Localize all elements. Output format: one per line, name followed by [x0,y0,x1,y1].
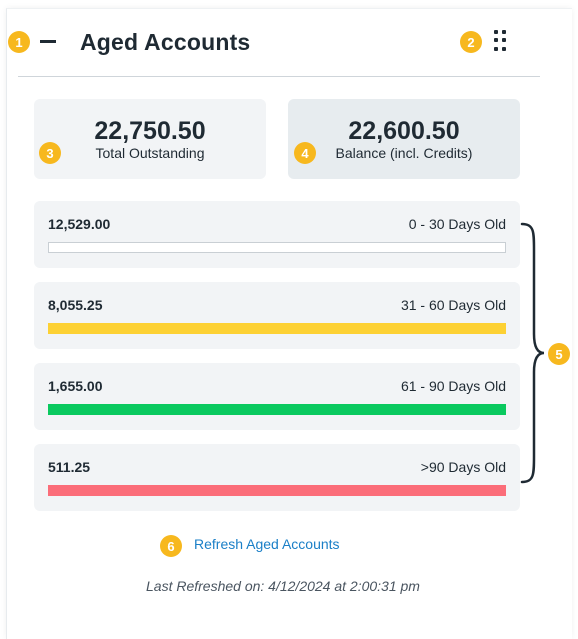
minus-icon[interactable] [40,40,56,43]
bucket-bar-fill [48,485,506,496]
drag-handle-icon[interactable] [494,30,506,52]
bucket-bar [48,242,506,253]
bucket-bar-fill [48,404,506,415]
total-outstanding-amount: 22,750.50 [94,117,206,145]
callout-6: 6 [160,535,182,557]
refresh-aged-accounts-link[interactable]: Refresh Aged Accounts [194,536,340,552]
total-outstanding-label: Total Outstanding [95,145,205,161]
bucket-amount: 511.25 [48,459,91,475]
balance-card: 22,600.50 Balance (incl. Credits) [288,99,520,179]
callout-1: 1 [8,31,30,53]
widget-title: Aged Accounts [80,29,251,55]
bucket-bar [48,485,506,496]
bucket-amount: 12,529.00 [48,216,111,232]
bucket-label: 61 - 90 Days Old [400,378,506,394]
header-divider [18,76,540,77]
bucket-bar [48,323,506,334]
callout-4: 4 [294,142,316,164]
bucket-amount: 8,055.25 [48,297,103,313]
bucket-bar-fill [48,323,506,334]
bucket-brace [520,222,545,484]
bucket-label: >90 Days Old [420,459,506,475]
widget-header: Aged Accounts [16,26,536,58]
callout-2: 2 [460,31,482,53]
balance-amount: 22,600.50 [348,117,460,145]
aging-bucket-over-90: 511.25 >90 Days Old [34,444,520,511]
aging-bucket-31-60: 8,055.25 31 - 60 Days Old [34,282,520,349]
aging-bucket-0-30: 12,529.00 0 - 30 Days Old [34,201,520,268]
bucket-amount: 1,655.00 [48,378,103,394]
bucket-bar [48,404,506,415]
last-refreshed-text: Last Refreshed on: 4/12/2024 at 2:00:31 … [146,578,420,594]
callout-3: 3 [39,142,61,164]
bucket-label: 31 - 60 Days Old [400,297,506,313]
callout-5: 5 [548,343,570,365]
bucket-label: 0 - 30 Days Old [408,216,506,232]
total-outstanding-card: 22,750.50 Total Outstanding [34,99,266,179]
balance-label: Balance (incl. Credits) [335,145,473,161]
aging-bucket-61-90: 1,655.00 61 - 90 Days Old [34,363,520,430]
